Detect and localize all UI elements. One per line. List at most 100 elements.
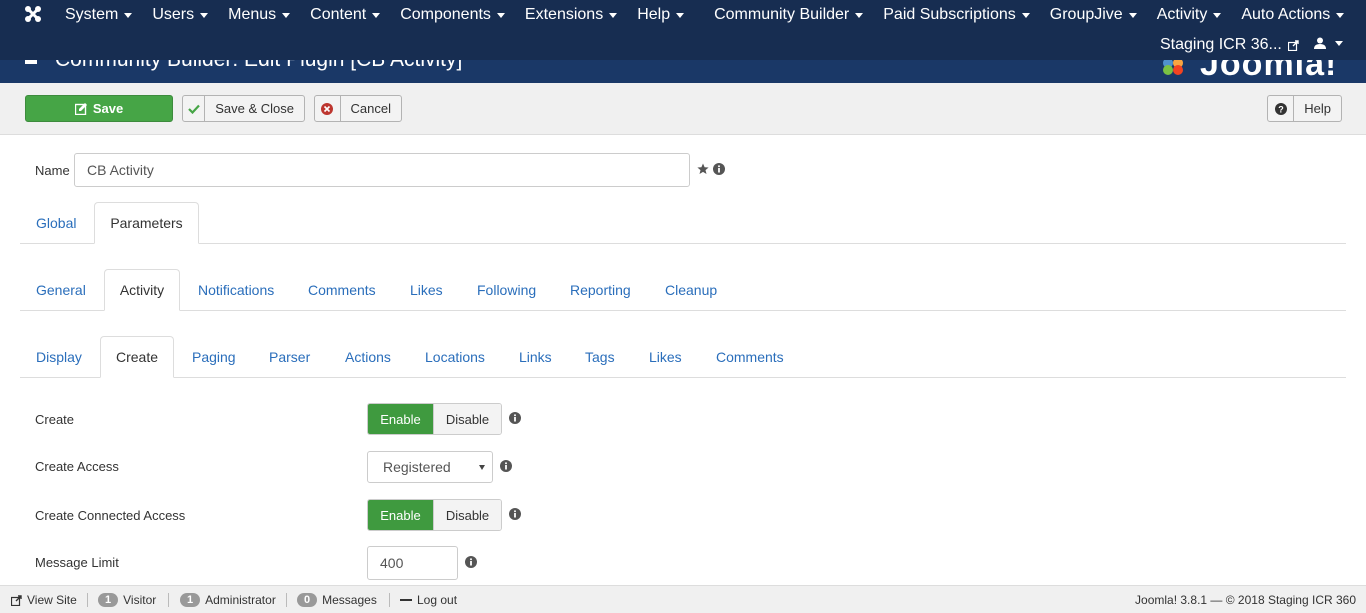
tab-paging[interactable]: Paging xyxy=(192,349,236,365)
cancel-circle-icon xyxy=(315,96,341,121)
tab-display[interactable]: Display xyxy=(36,349,82,365)
cancel-button[interactable]: Cancel xyxy=(314,95,402,122)
top-navbar: System Users Menus Content Components Ex… xyxy=(0,0,1366,60)
menu-auto-actions[interactable]: Auto Actions xyxy=(1241,6,1345,24)
divider xyxy=(286,593,287,607)
info-icon[interactable] xyxy=(465,556,477,568)
messages-count[interactable]: 0 Messages xyxy=(297,593,377,607)
menu-system[interactable]: System xyxy=(65,6,133,24)
caret-down-icon xyxy=(1336,12,1345,18)
menu-components[interactable]: Components xyxy=(400,6,505,24)
create-connected-toggle: Enable Disable xyxy=(367,499,502,531)
menu-menus[interactable]: Menus xyxy=(228,6,291,24)
divider xyxy=(168,593,169,607)
caret-down-icon xyxy=(1213,12,1222,18)
status-bar: View Site 1 Visitor 1 Administrator 0 Me… xyxy=(0,585,1366,613)
menu-activity[interactable]: Activity xyxy=(1157,6,1222,24)
save-close-button[interactable]: Save & Close xyxy=(182,95,305,122)
checkmark-icon xyxy=(183,96,206,121)
help-button[interactable]: ? Help xyxy=(1267,95,1342,122)
page-title: Community Builder: Edit Plugin [CB Activ… xyxy=(55,60,462,72)
tab-notifications[interactable]: Notifications xyxy=(198,282,274,298)
caret-down-icon xyxy=(200,12,209,18)
caret-down-icon xyxy=(609,12,618,18)
info-icon[interactable] xyxy=(509,508,521,520)
admin-badge: 1 xyxy=(180,593,201,607)
tab-actions[interactable]: Actions xyxy=(345,349,391,365)
caret-down-icon xyxy=(676,12,685,18)
caret-down-icon xyxy=(479,465,485,470)
logout-link[interactable]: Log out xyxy=(400,593,457,607)
menu-groupjive[interactable]: GroupJive xyxy=(1050,6,1137,24)
tab-activity[interactable]: Activity xyxy=(104,269,180,311)
plugin-icon xyxy=(25,60,37,64)
tab-general[interactable]: General xyxy=(36,282,86,298)
question-circle-icon: ? xyxy=(1268,96,1295,121)
caret-down-icon xyxy=(282,12,291,18)
main-tabs-underline xyxy=(20,243,1346,244)
create-enable-button[interactable]: Enable xyxy=(368,404,433,434)
menu-help[interactable]: Help xyxy=(637,6,685,24)
tab-likes[interactable]: Likes xyxy=(410,282,443,298)
site-link[interactable]: Staging ICR 36... xyxy=(1160,36,1299,54)
caret-down-icon xyxy=(1335,40,1343,46)
toolbar: Save Save & Close Cancel ? Help xyxy=(0,83,1366,135)
view-site-link[interactable]: View Site xyxy=(11,593,77,607)
administrator-count[interactable]: 1 Administrator xyxy=(180,593,276,607)
info-icon[interactable] xyxy=(500,460,512,472)
sub-tabs-underline xyxy=(20,377,1346,378)
joomla-logo-icon[interactable] xyxy=(24,5,42,23)
tab-reporting[interactable]: Reporting xyxy=(570,282,631,298)
menu-paid-subscriptions[interactable]: Paid Subscriptions xyxy=(883,6,1030,24)
create-disable-button[interactable]: Disable xyxy=(433,404,501,434)
user-icon xyxy=(1314,37,1326,49)
name-label: Name xyxy=(35,163,70,178)
footer-copyright: Joomla! 3.8.1 — © 2018 Staging ICR 360 xyxy=(1135,593,1356,607)
create-label: Create xyxy=(35,412,75,427)
star-icon xyxy=(697,163,709,174)
messages-badge: 0 xyxy=(297,593,318,607)
joomla-brand: Joomla! xyxy=(1200,60,1338,83)
message-limit-label: Message Limit xyxy=(35,555,119,570)
tab-links[interactable]: Links xyxy=(519,349,552,365)
info-icon[interactable] xyxy=(509,412,521,424)
menu-content[interactable]: Content xyxy=(310,6,381,24)
caret-down-icon xyxy=(372,12,381,18)
edit-icon xyxy=(74,102,87,115)
visitor-badge: 1 xyxy=(98,593,119,607)
create-connected-enable-button[interactable]: Enable xyxy=(368,500,433,530)
tab-following[interactable]: Following xyxy=(477,282,536,298)
tab-parser[interactable]: Parser xyxy=(269,349,310,365)
tab-likes-sub[interactable]: Likes xyxy=(649,349,682,365)
tab-cleanup[interactable]: Cleanup xyxy=(665,282,717,298)
menu-users[interactable]: Users xyxy=(152,6,209,24)
create-toggle: Enable Disable xyxy=(367,403,502,435)
info-icon[interactable] xyxy=(713,163,725,175)
save-button[interactable]: Save xyxy=(25,95,173,122)
caret-down-icon xyxy=(1128,12,1137,18)
caret-down-icon xyxy=(124,12,133,18)
caret-down-icon xyxy=(496,12,505,18)
page-header: Community Builder: Edit Plugin [CB Activ… xyxy=(0,60,1366,83)
tab-comments[interactable]: Comments xyxy=(308,282,376,298)
tab-parameters[interactable]: Parameters xyxy=(94,202,199,244)
name-field[interactable]: CB Activity xyxy=(74,153,690,187)
menu-extensions[interactable]: Extensions xyxy=(525,6,618,24)
menu-community-builder[interactable]: Community Builder xyxy=(714,6,864,24)
create-connected-disable-button[interactable]: Disable xyxy=(433,500,501,530)
main-menu: System Users Menus Content Components Ex… xyxy=(65,0,1364,30)
svg-text:?: ? xyxy=(1278,104,1284,114)
tab-create[interactable]: Create xyxy=(100,336,174,378)
create-access-select[interactable]: Registered xyxy=(367,451,493,483)
visitor-count[interactable]: 1 Visitor xyxy=(98,593,156,607)
minus-icon xyxy=(400,599,412,601)
user-menu[interactable] xyxy=(1314,37,1343,49)
message-limit-input[interactable]: 400 xyxy=(367,546,458,580)
tab-comments-sub[interactable]: Comments xyxy=(716,349,784,365)
tab-global[interactable]: Global xyxy=(36,215,76,231)
caret-down-icon xyxy=(855,12,864,18)
tab-locations[interactable]: Locations xyxy=(425,349,485,365)
external-link-icon xyxy=(11,594,22,606)
joomla-brand-icon xyxy=(1163,60,1183,75)
tab-tags[interactable]: Tags xyxy=(585,349,615,365)
